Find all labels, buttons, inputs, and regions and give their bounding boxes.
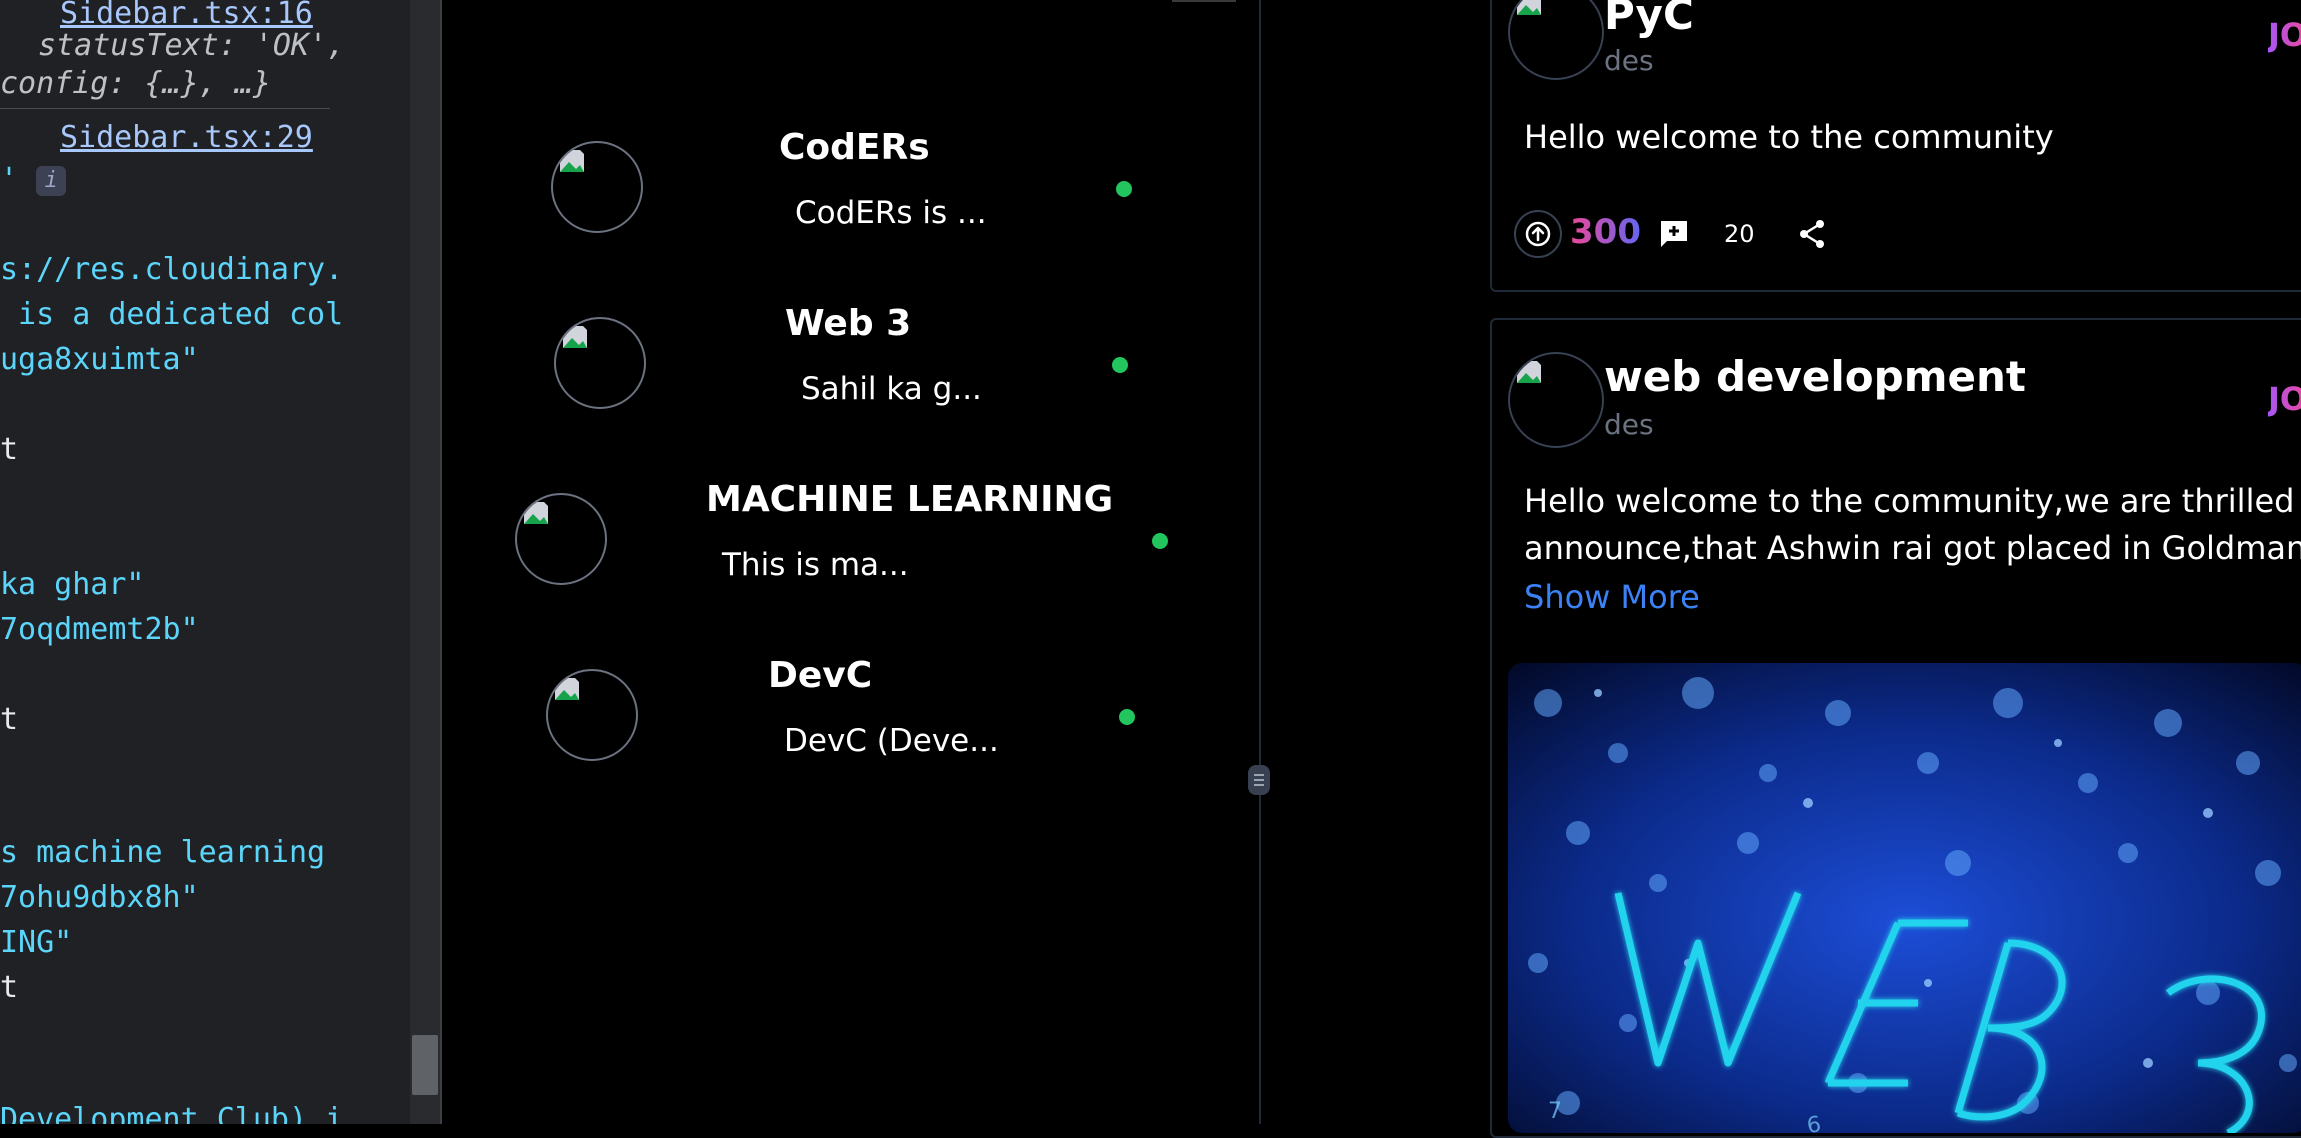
community-description: This is ma... [722,547,909,583]
console-line: is a dedicated col [0,297,344,332]
upvote-count: 300 [1570,212,1641,252]
panel-divider [1259,0,1261,1124]
community-avatar [551,141,643,233]
broken-image-icon [555,678,579,700]
info-icon[interactable]: i [36,165,67,196]
post-community-title[interactable]: web development [1604,352,2026,401]
panel-resize-handle[interactable] [1248,765,1270,795]
share-icon[interactable] [1796,218,1828,250]
broken-image-icon [524,502,548,524]
broken-image-icon [560,150,584,172]
post-community-avatar[interactable] [1508,352,1604,448]
add-comment-icon[interactable] [1658,218,1690,250]
console-line: ING" [0,925,73,960]
community-name: CodERs [779,127,930,168]
community-avatar [515,493,607,585]
devtools-divider [440,0,442,1124]
console-line: config: {…}, …} [0,66,271,101]
post-body-line: announce,that Ashwin rai got placed in G… [1524,529,2301,567]
console-line: Development Club) i [0,1102,344,1124]
source-link-text[interactable]: Sidebar.tsx:29 [60,120,313,155]
post-subtitle: des [1604,44,1654,77]
join-button[interactable]: JO [2268,16,2301,54]
community-name: Web 3 [785,303,912,344]
arrow-up-circle-icon [1525,221,1551,247]
source-link-text[interactable]: Sidebar.tsx:16 [60,0,313,31]
console-separator [0,108,330,109]
post-body: Hello welcome to the community [1524,118,2054,156]
post-community-title[interactable]: PyC [1604,0,1694,39]
community-name: MACHINE LEARNING [706,479,1114,520]
console-line: statusText: 'OK', [20,28,346,63]
broken-image-icon [1517,0,1541,15]
community-description: CodERs is ... [795,195,987,231]
console-line: 7ohu9dbx8h" [0,880,199,915]
community-avatar [554,317,646,409]
upvote-button[interactable] [1514,210,1562,258]
console-line: t [0,970,19,1005]
console-scrollbar[interactable] [410,0,440,1124]
online-status-dot [1152,533,1168,549]
console-scrollbar-thumb[interactable] [412,1035,438,1095]
console-line: 7oqdmemt2b" [0,612,199,647]
console-line: s machine learning [0,835,326,870]
online-status-dot [1116,181,1132,197]
show-more-link[interactable]: Show More [1524,578,1700,616]
console-line: ka ghar" [0,567,145,602]
console-info-row: ' i [0,162,67,198]
online-status-dot [1112,357,1128,373]
post-subtitle: des [1604,408,1654,441]
online-status-dot [1119,709,1135,725]
comment-count: 20 [1724,220,1755,248]
post-image[interactable]: 6 7 [1508,663,2301,1133]
console-line: t [0,702,19,737]
join-button[interactable]: JO [2268,380,2301,418]
web3-banner-image: 6 7 [1508,663,2301,1133]
svg-text:7: 7 [1548,1099,1562,1124]
console-line: t [0,432,19,467]
community-description: DevC (Deve... [784,723,999,759]
community-description: Sahil ka g... [801,371,982,407]
console-quote: ' [0,162,19,197]
post-body-line: Hello welcome to the community,we are th… [1524,482,2301,520]
community-avatar [546,669,638,761]
console-line: uga8xuimta" [0,342,199,377]
console-line: s://res.cloudinary. [0,252,344,287]
devtools-console: Sidebar.tsx:16 statusText: 'OK', config:… [0,0,410,1124]
sidebar-top-indicator [1172,0,1236,2]
console-source-link[interactable]: Sidebar.tsx:29 [60,120,313,156]
broken-image-icon [1517,361,1541,383]
community-name: DevC [768,655,873,696]
broken-image-icon [563,326,587,348]
